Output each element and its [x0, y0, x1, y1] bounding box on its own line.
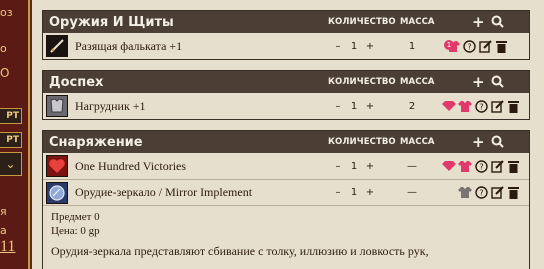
- info-icon[interactable]: ?: [462, 39, 476, 53]
- attune-shirt-icon[interactable]: 1: [444, 39, 460, 53]
- item-row[interactable]: Разящая фальката +1 – 1 + 1 1 ?: [43, 33, 529, 59]
- svg-text:?: ?: [479, 162, 483, 171]
- decrement-button[interactable]: –: [330, 41, 346, 52]
- item-name[interactable]: One Hundred Victories: [75, 159, 330, 174]
- quantity-column-header: КОЛИЧЕСТВО: [328, 77, 396, 87]
- edit-icon[interactable]: [490, 159, 504, 173]
- section-title: Доспех: [49, 74, 104, 90]
- heart-icon: [46, 155, 68, 177]
- quantity-column-header: КОЛИЧЕСТВО: [328, 17, 396, 27]
- equip-shirt-icon[interactable]: [458, 159, 472, 173]
- charges-badge: 1: [444, 40, 454, 50]
- quantity-value: 1: [350, 187, 358, 198]
- add-item-button[interactable]: +: [472, 74, 485, 90]
- quantity-value: 1: [350, 160, 358, 172]
- item-name[interactable]: Разящая фальката +1: [75, 39, 330, 54]
- quantity-value: 1: [350, 40, 358, 52]
- quantity-stepper: – 1 +: [330, 161, 382, 172]
- edit-icon[interactable]: [490, 99, 504, 113]
- increment-button[interactable]: +: [362, 161, 378, 172]
- equip-shirt-icon[interactable]: [458, 99, 472, 113]
- item-description: Орудия-зеркала представляют сбивание с т…: [51, 244, 429, 258]
- section-title: Оружия И Щиты: [49, 14, 174, 30]
- quantity-stepper: – 1 +: [330, 187, 382, 198]
- search-icon[interactable]: [491, 13, 504, 32]
- section-header: Оружия И Щиты КОЛИЧЕСТВО МАССА +: [43, 11, 529, 33]
- increment-button[interactable]: +: [362, 101, 378, 112]
- section-header: Доспех КОЛИЧЕСТВО МАССА +: [43, 71, 529, 93]
- equipment-section: Снаряжение КОЛИЧЕСТВО МАССА + One Hundre…: [42, 130, 530, 269]
- item-mass: —: [407, 187, 417, 198]
- add-item-button[interactable]: +: [472, 14, 485, 30]
- armor-icon: [46, 95, 68, 117]
- item-row[interactable]: One Hundred Victories – 1 + — ?: [43, 153, 529, 179]
- quantity-value: 1: [350, 100, 358, 112]
- mass-column-header: МАССА: [400, 137, 435, 147]
- item-row[interactable]: Орудие-зеркало / Mirror Implement – 1 + …: [43, 179, 529, 205]
- sidebar-text: оз: [0, 6, 13, 19]
- section-title: Снаряжение: [49, 134, 143, 150]
- item-name[interactable]: Нагрудник +1: [75, 99, 330, 114]
- sidebar-select[interactable]: ⌄: [0, 152, 22, 176]
- sidebar-badge[interactable]: РТ: [0, 132, 22, 148]
- delete-icon[interactable]: [506, 159, 520, 173]
- decrement-button[interactable]: –: [330, 161, 346, 172]
- sidebar-badge[interactable]: РТ: [0, 108, 22, 124]
- increment-button[interactable]: +: [362, 41, 378, 52]
- item-mass: 2: [408, 100, 416, 112]
- mass-column-header: МАССА: [400, 77, 435, 87]
- character-sidebar: оз о О РТ РТ ⌄ я а 11: [0, 0, 30, 269]
- item-details: Предмет 0 Цена: 0 gp Орудия-зеркала пред…: [43, 205, 529, 262]
- inventory-panel: Оружия И Щиты КОЛИЧЕСТВО МАССА + Разящая…: [32, 0, 544, 269]
- svg-text:?: ?: [479, 189, 483, 198]
- add-item-button[interactable]: +: [472, 134, 485, 150]
- item-name[interactable]: Орудие-зеркало / Mirror Implement: [75, 185, 330, 200]
- delete-icon[interactable]: [506, 186, 520, 200]
- sidebar-text: О: [0, 66, 10, 80]
- gem-icon[interactable]: [442, 99, 456, 113]
- info-icon[interactable]: ?: [474, 186, 488, 200]
- svg-text:?: ?: [467, 42, 471, 51]
- chevron-down-icon: ⌄: [5, 156, 16, 171]
- edit-icon[interactable]: [490, 186, 504, 200]
- delete-icon[interactable]: [494, 39, 508, 53]
- increment-button[interactable]: +: [362, 187, 378, 198]
- search-icon[interactable]: [491, 133, 504, 152]
- info-icon[interactable]: ?: [474, 99, 488, 113]
- section-header: Снаряжение КОЛИЧЕСТВО МАССА +: [43, 131, 529, 153]
- quantity-column-header: КОЛИЧЕСТВО: [328, 137, 396, 147]
- item-mass: 1: [408, 40, 416, 52]
- armor-section: Доспех КОЛИЧЕСТВО МАССА + Нагрудник +1 –…: [42, 70, 530, 120]
- equip-shirt-icon[interactable]: [458, 186, 472, 200]
- mirror-icon: [46, 181, 68, 204]
- svg-text:?: ?: [479, 102, 483, 111]
- mass-column-header: МАССА: [400, 17, 435, 27]
- sidebar-text: а: [0, 224, 7, 237]
- item-mass: —: [407, 160, 417, 172]
- info-icon[interactable]: ?: [474, 159, 488, 173]
- sidebar-text: о: [0, 42, 7, 55]
- weapons-section: Оружия И Щиты КОЛИЧЕСТВО МАССА + Разящая…: [42, 10, 530, 60]
- delete-icon[interactable]: [506, 99, 520, 113]
- decrement-button[interactable]: –: [330, 101, 346, 112]
- item-row[interactable]: Нагрудник +1 – 1 + 2 ?: [43, 93, 529, 119]
- item-price: Цена: 0 gp: [51, 225, 100, 237]
- gem-icon[interactable]: [442, 159, 456, 173]
- sword-icon: [46, 35, 68, 57]
- quantity-stepper: – 1 +: [330, 41, 382, 52]
- sidebar-text: я: [0, 205, 7, 218]
- sidebar-number[interactable]: 11: [0, 238, 15, 256]
- edit-icon[interactable]: [478, 39, 492, 53]
- search-icon[interactable]: [491, 73, 504, 92]
- quantity-stepper: – 1 +: [330, 101, 382, 112]
- decrement-button[interactable]: –: [330, 187, 346, 198]
- item-subject: Предмет 0: [51, 211, 100, 223]
